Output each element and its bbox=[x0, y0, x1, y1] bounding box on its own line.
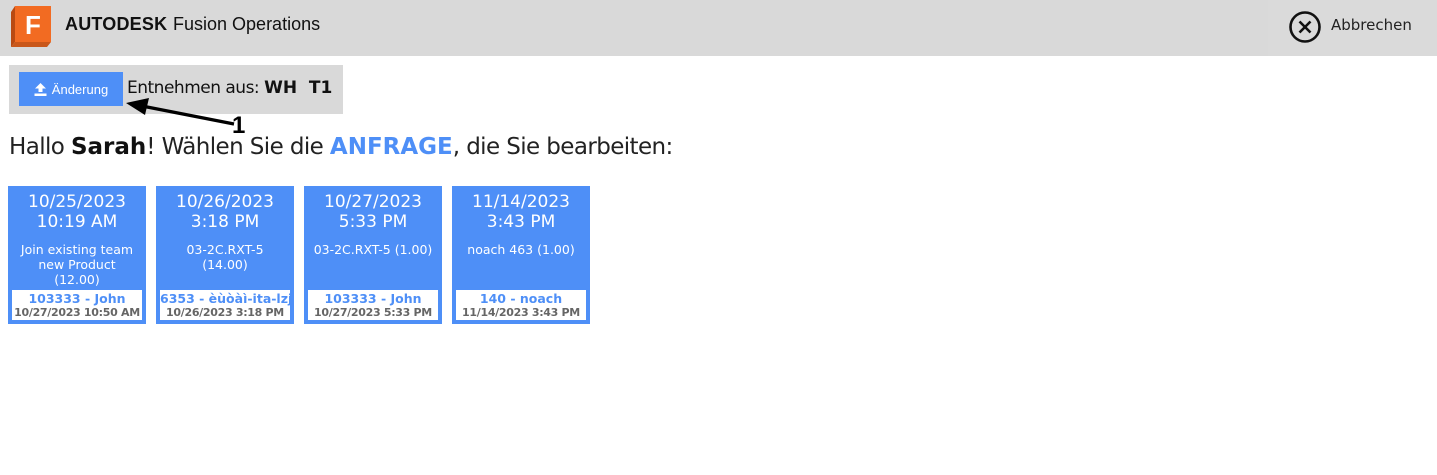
user-name: Sarah bbox=[70, 134, 147, 160]
greeting-prefix: Hallo bbox=[9, 134, 71, 160]
request-time: 3:18 PM bbox=[190, 212, 260, 232]
arrow-annotation-icon bbox=[126, 98, 235, 126]
request-date: 10/25/2023 bbox=[28, 192, 126, 212]
request-user: 103333 - John bbox=[28, 291, 126, 306]
request-card[interactable]: 11/14/2023 3:43 PM noach 463 (1.00) 140 … bbox=[452, 186, 590, 324]
greeting-suffix: , die Sie bearbeiten: bbox=[452, 134, 673, 160]
request-user: 140 - noach bbox=[479, 291, 563, 306]
request-date: 10/27/2023 bbox=[324, 192, 422, 212]
cancel-label: Abbrechen bbox=[1331, 16, 1412, 34]
request-date: 10/26/2023 bbox=[176, 192, 274, 212]
request-card[interactable]: 10/25/2023 10:19 AM Join existing team n… bbox=[8, 186, 146, 324]
cancel-button[interactable]: Abbrechen bbox=[1268, 0, 1437, 56]
request-date: 11/14/2023 bbox=[472, 192, 570, 212]
greeting-keyword: ANFRAGE bbox=[329, 134, 453, 160]
request-time: 10:19 AM bbox=[36, 212, 118, 232]
request-description: 03-2C.RXT-5 (14.00) bbox=[186, 242, 264, 272]
request-user: 6353 - èùòàì-ita-lzj bbox=[160, 291, 290, 306]
greeting-middle: ! Wählen Sie die bbox=[146, 134, 330, 160]
logo-letter: F bbox=[25, 10, 41, 40]
change-button-label: Änderung bbox=[51, 81, 109, 97]
product-name: Fusion Operations bbox=[173, 14, 321, 34]
app-header: F AUTODESK Fusion Operations Abbrechen bbox=[0, 0, 1437, 56]
request-timestamp: 10/26/2023 3:18 PM bbox=[166, 306, 284, 319]
greeting-text: Hallo Sarah! Wählen Sie die ANFRAGE, die… bbox=[9, 134, 673, 160]
request-time: 3:43 PM bbox=[486, 212, 556, 232]
source-value: WH T1 bbox=[264, 78, 333, 98]
request-card[interactable]: 10/27/2023 5:33 PM 03-2C.RXT-5 (1.00) 10… bbox=[304, 186, 442, 324]
fusion-logo-icon: F bbox=[11, 6, 51, 47]
request-user: 103333 - John bbox=[324, 291, 422, 306]
request-description: 03-2C.RXT-5 (1.00) bbox=[313, 242, 433, 257]
request-timestamp: 10/27/2023 5:33 PM bbox=[314, 306, 432, 319]
request-footer: 103333 - John 10/27/2023 5:33 PM bbox=[308, 290, 438, 320]
request-footer: 103333 - John 10/27/2023 10:50 AM bbox=[12, 290, 142, 320]
request-footer: 140 - noach 11/14/2023 3:43 PM bbox=[456, 290, 586, 320]
request-card[interactable]: 10/26/2023 3:18 PM 03-2C.RXT-5 (14.00) 6… bbox=[156, 186, 294, 324]
request-description: Join existing team new Product (12.00) bbox=[20, 242, 134, 287]
upload-icon bbox=[34, 82, 47, 96]
request-timestamp: 11/14/2023 3:43 PM bbox=[462, 306, 580, 319]
request-footer: 6353 - èùòàì-ita-lzj 10/26/2023 3:18 PM bbox=[160, 290, 290, 320]
close-circle-icon bbox=[1289, 11, 1321, 43]
request-time: 5:33 PM bbox=[338, 212, 408, 232]
app-title: AUTODESK Fusion Operations bbox=[65, 12, 320, 37]
request-description: noach 463 (1.00) bbox=[467, 242, 575, 257]
change-button[interactable]: Änderung bbox=[19, 72, 123, 106]
brand-name: AUTODESK bbox=[65, 14, 168, 34]
request-timestamp: 10/27/2023 10:50 AM bbox=[14, 306, 140, 319]
